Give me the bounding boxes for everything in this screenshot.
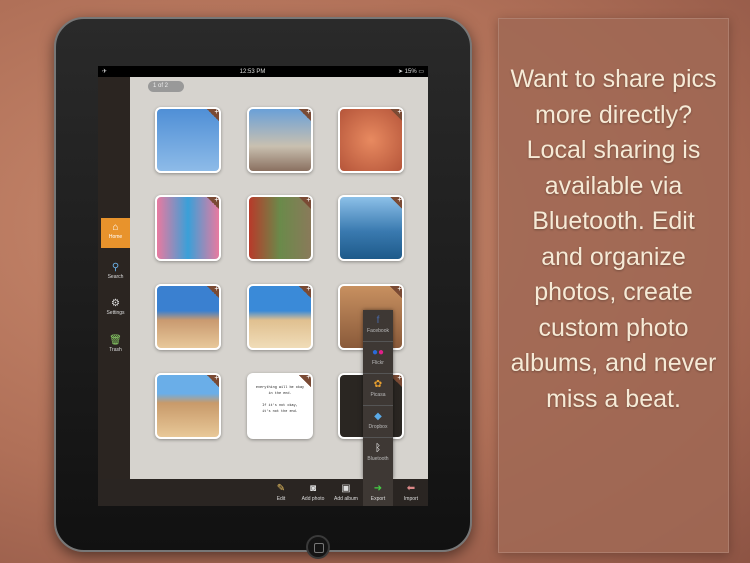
import-button[interactable]: ⬅ Import [395, 479, 427, 506]
plus-icon[interactable]: + [206, 375, 219, 388]
sidebar-item-home[interactable]: ⌂ Home [101, 218, 130, 248]
promo-text: Want to share pics more directly? Local … [510, 65, 717, 413]
photo-thumb[interactable]: + [338, 107, 404, 173]
bluetooth-icon: ᛒ [375, 443, 381, 454]
sidebar: ⌂ Home ⚲ Search ⚙ Settings 🗑 Trash [98, 77, 130, 479]
status-time: 12:53 PM [239, 68, 266, 75]
plus-icon[interactable]: + [298, 109, 311, 122]
photo-thumb[interactable]: + [247, 107, 313, 173]
bottom-toolbar: ✎ Edit ◙ Add photo ▣ Add album ➜ Export ⬅ Imp… [98, 479, 428, 506]
plus-icon[interactable]: + [206, 286, 219, 299]
photo-thumb[interactable]: + [155, 373, 221, 439]
home-hardware-button[interactable] [306, 535, 330, 559]
facebook-icon: f [376, 315, 380, 326]
picasa-icon: ✿ [373, 379, 383, 390]
plus-icon[interactable]: + [206, 109, 219, 122]
sidebar-item-settings[interactable]: ⚙ Settings [101, 294, 130, 324]
plus-icon[interactable]: + [389, 109, 402, 122]
plus-icon[interactable]: + [206, 197, 219, 210]
plus-icon[interactable]: + [389, 286, 402, 299]
export-dropbox[interactable]: ◆ Dropbox [363, 406, 393, 438]
trash-icon: 🗑 [109, 335, 122, 346]
photo-thumb[interactable]: + [247, 195, 313, 261]
export-menu: f Facebook ●● Flickr ✿ Picasa ◆ Dropbox ᛒ Blu… [363, 310, 393, 479]
plus-icon[interactable]: + [298, 375, 311, 388]
photo-thumb[interactable]: + [155, 195, 221, 261]
dropbox-icon: ◆ [374, 411, 382, 422]
gear-icon: ⚙ [111, 298, 120, 309]
photo-thumb[interactable]: + [247, 284, 313, 350]
export-flickr[interactable]: ●● Flickr [363, 342, 393, 374]
pencil-icon: ✎ [276, 483, 286, 494]
export-picasa[interactable]: ✿ Picasa [363, 374, 393, 406]
album-icon: ▣ [341, 483, 351, 494]
airplane-icon: ✈ [102, 69, 108, 75]
add-album-button[interactable]: ▣ Add album [330, 479, 362, 506]
plus-icon[interactable]: + [389, 197, 402, 210]
export-button[interactable]: ➜ Export [363, 479, 393, 506]
status-bar: ✈ 12:53 PM ➤ 15% ▭ [98, 66, 428, 77]
promo-panel: Want to share pics more directly? Local … [498, 18, 729, 553]
export-icon: ➜ [373, 483, 383, 494]
page-indicator: 1 of 2 [148, 81, 184, 92]
import-icon: ⬅ [406, 483, 416, 494]
photo-thumb[interactable]: + [155, 107, 221, 173]
camera-icon: ◙ [309, 483, 317, 494]
app-screen: ✈ 12:53 PM ➤ 15% ▭ ⌂ Home ⚲ Search ⚙ Settin… [98, 66, 428, 506]
plus-icon[interactable]: + [298, 286, 311, 299]
edit-button[interactable]: ✎ Edit [265, 479, 297, 506]
search-icon: ⚲ [111, 262, 120, 273]
sidebar-item-search[interactable]: ⚲ Search [101, 258, 130, 288]
export-facebook[interactable]: f Facebook [363, 310, 393, 342]
photo-thumb[interactable]: + [338, 195, 404, 261]
photo-thumb[interactable]: + [155, 284, 221, 350]
add-photo-button[interactable]: ◙ Add photo [297, 479, 329, 506]
quote-thumb[interactable]: everything will be okay in the end. If it'… [247, 373, 313, 439]
sidebar-item-trash[interactable]: 🗑 Trash [101, 331, 130, 361]
plus-icon[interactable]: + [298, 197, 311, 210]
battery-indicator: ➤ 15% ▭ [397, 69, 424, 75]
home-icon: ⌂ [112, 222, 119, 233]
flickr-icon: ●● [371, 347, 385, 358]
export-bluetooth[interactable]: ᛒ Bluetooth [363, 438, 393, 470]
